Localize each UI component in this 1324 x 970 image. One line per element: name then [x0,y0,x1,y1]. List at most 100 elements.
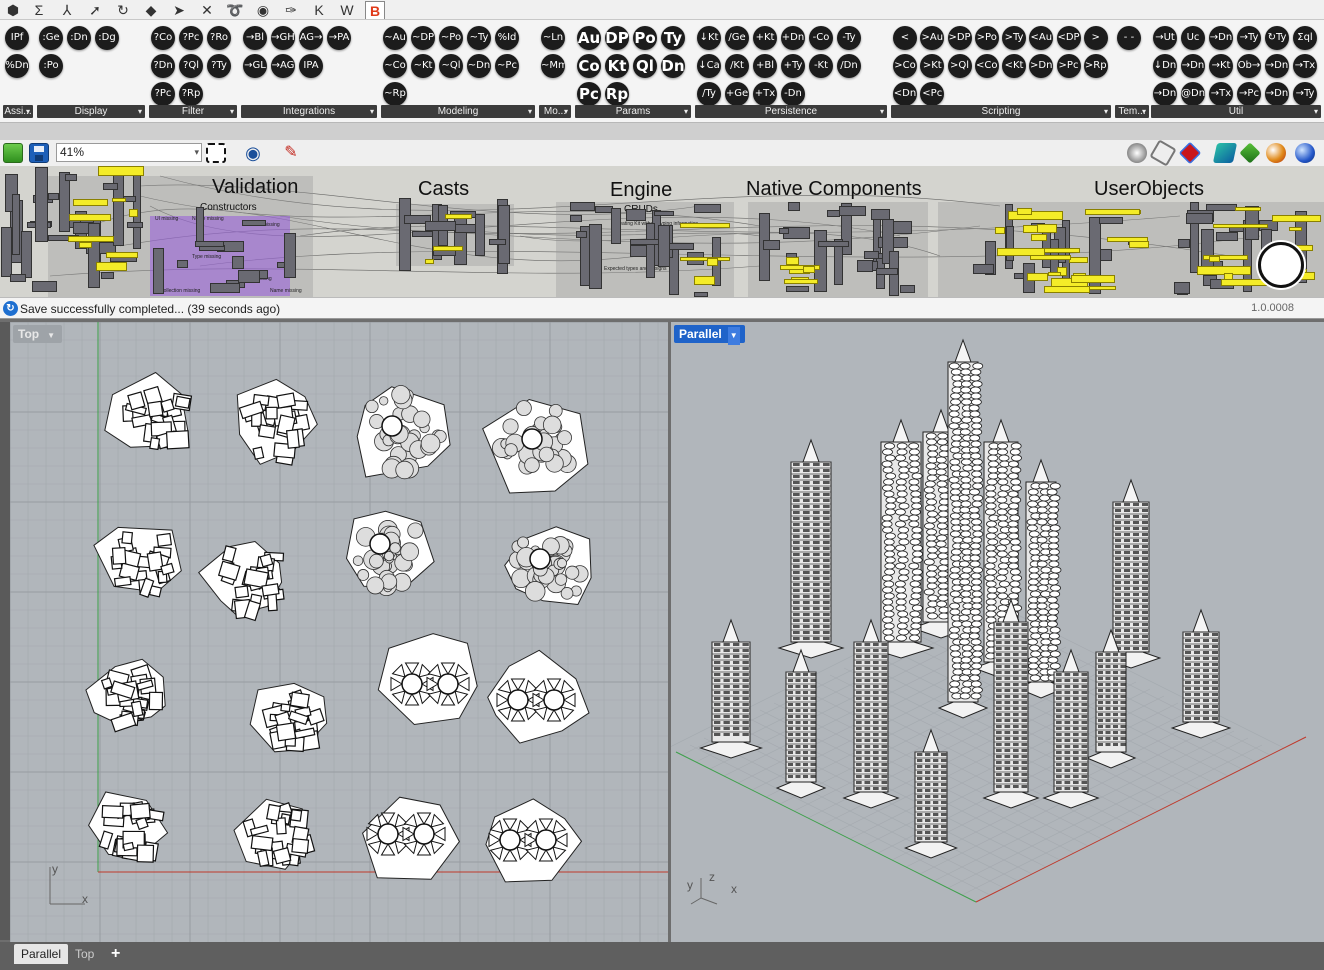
add-viewport-button[interactable]: + [104,944,127,964]
component-button[interactable]: IPA [299,54,323,78]
component-button[interactable]: ~Ln [541,26,565,50]
component-button[interactable]: /Kt [725,54,749,78]
canvas-panel-component[interactable] [693,275,716,285]
component-button[interactable]: /Dn [837,54,861,78]
zoom-combobox[interactable]: 41% ▾ [56,143,202,162]
canvas-panel-component[interactable] [1027,272,1049,282]
canvas-component[interactable] [433,250,456,257]
canvas-panel-component[interactable] [1289,226,1303,232]
open-file-icon[interactable] [3,143,23,163]
canvas-panel-component[interactable] [1030,255,1072,260]
maths-tab-icon[interactable]: Σ [29,1,49,19]
canvas-component[interactable] [59,172,70,232]
viewport-label-top[interactable]: Top ▼ [13,325,63,343]
definition-canvas[interactable]: ValidationConstructorsCastsEngineCRUDsNa… [0,166,1324,297]
canvas-panel-component[interactable] [1037,224,1057,233]
chevron-down-icon[interactable]: ▾ [564,105,568,118]
canvas-component[interactable] [1215,232,1238,242]
component-button[interactable]: AG→ [299,26,323,50]
parallel-viewport[interactable]: Parallel ▼ y z x [671,322,1324,942]
canvas-component[interactable] [454,224,477,234]
component-button[interactable]: →Dn [1265,54,1289,78]
canvas-component[interactable] [817,241,850,248]
canvas-component[interactable] [488,238,506,245]
component-button[interactable]: - - [1117,26,1141,50]
component-button[interactable]: >Ql [947,54,972,78]
tab-parallel[interactable]: Parallel [14,944,69,964]
canvas-component[interactable] [87,223,100,289]
canvas-component[interactable] [653,210,674,216]
component-button[interactable]: →AG [271,54,295,78]
canvas-component[interactable] [126,221,144,228]
component-button[interactable]: Rp [605,82,629,106]
canvas-component[interactable] [576,230,587,238]
component-button[interactable]: -Ty [837,26,861,50]
canvas-panel-component[interactable] [1224,272,1233,280]
canvas-component[interactable] [1206,204,1237,211]
preview-shaded-icon[interactable] [1178,141,1202,165]
surface-tab-icon[interactable]: ◆ [141,1,161,19]
component-button[interactable]: ↻Ty [1265,26,1289,50]
viewport-label-parallel[interactable]: Parallel ▼ [674,325,745,345]
preview-off-icon[interactable] [1127,143,1147,163]
component-button[interactable]: ?Ql [179,54,203,78]
preview-selected-icon[interactable] [1212,143,1238,163]
chevron-down-icon[interactable]: ▾ [1142,105,1146,118]
canvas-component[interactable] [856,260,874,273]
canvas-panel-component[interactable] [802,265,816,273]
preview-wire-icon[interactable] [1149,139,1177,167]
component-button[interactable]: +Dn [781,26,805,50]
eye-icon[interactable]: ◉ [243,143,263,163]
component-button[interactable]: ?Rp [179,82,203,106]
component-button[interactable]: Ql [633,54,657,78]
component-button[interactable]: <Pc [920,82,945,106]
canvas-component[interactable] [785,285,810,293]
canvas-component[interactable] [241,220,267,227]
component-button[interactable]: <Kt [1002,54,1026,78]
component-button[interactable]: →Dn [1209,26,1233,50]
bake-icon[interactable] [1239,142,1261,164]
panel-footer[interactable]: Display ▾ [37,105,145,118]
panel-footer[interactable]: Mo... ▾ [539,105,571,118]
canvas-component[interactable] [11,194,20,256]
canvas-panel-component[interactable] [1048,272,1062,277]
canvas-panel-component[interactable] [98,166,144,176]
canvas-panel-component[interactable] [424,258,434,264]
component-button[interactable]: ?Co [151,26,175,50]
canvas-panel-component[interactable] [783,278,818,284]
component-button[interactable]: ?Pc [179,26,203,50]
component-button[interactable]: Dn [661,54,685,78]
canvas-component[interactable] [762,240,781,251]
canvas-panel-component[interactable] [786,257,800,266]
component-button[interactable]: %Dn [5,54,29,78]
component-button[interactable]: <DP [1056,26,1081,50]
component-button[interactable]: <Au [1029,26,1054,50]
canvas-panel-component[interactable] [680,256,730,262]
canvas-component[interactable] [629,239,659,246]
canvas-component[interactable] [283,232,297,279]
component-button[interactable]: +Ty [781,54,805,78]
canvas-component[interactable] [454,212,467,266]
canvas-panel-component[interactable] [1070,274,1115,284]
canvas-component[interactable] [657,224,671,268]
canvas-component[interactable] [1099,217,1123,225]
component-button[interactable]: Po [633,26,657,50]
component-button[interactable]: →PA [327,26,351,50]
plugin-tab-icon[interactable]: ✑ [281,1,301,19]
component-button[interactable]: <Co [974,54,999,78]
canvas-panel-component[interactable] [1213,223,1269,229]
component-button[interactable]: ?Dn [151,54,175,78]
transform-tab-icon[interactable]: ➰ [225,1,245,19]
chevron-down-icon[interactable]: ▾ [370,105,374,118]
canvas-component[interactable] [669,242,695,251]
canvas-component[interactable] [153,248,165,295]
canvas-panel-component[interactable] [95,262,128,272]
component-button[interactable]: -Dn [781,82,805,106]
chevron-down-icon[interactable]: ▾ [194,144,199,161]
component-button[interactable]: ↓Kt [697,26,721,50]
canvas-component[interactable] [694,203,721,214]
canvas-component[interactable] [101,272,115,280]
curve-tab-icon[interactable]: ↻ [113,1,133,19]
component-button[interactable]: -Kt [809,54,833,78]
component-button[interactable]: ?Pc [151,82,175,106]
